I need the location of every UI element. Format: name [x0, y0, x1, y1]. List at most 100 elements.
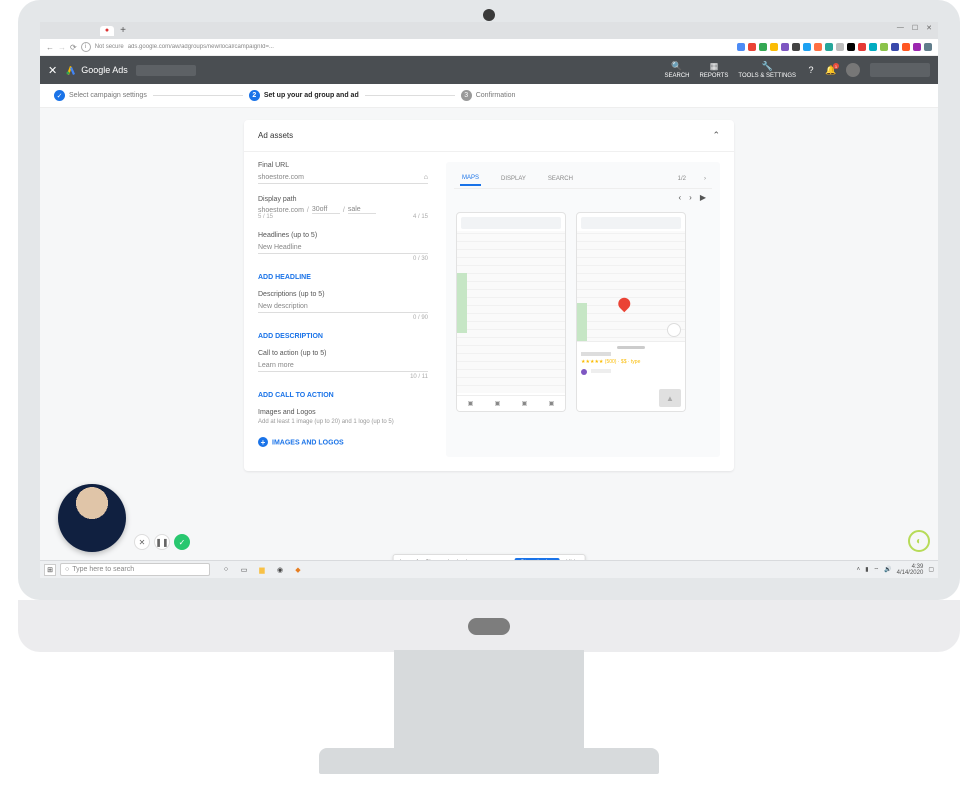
avatar[interactable]	[846, 63, 860, 77]
chevron-right-icon[interactable]: ›	[704, 176, 706, 182]
chrome-icon[interactable]: ◉	[274, 564, 286, 576]
cortana-icon[interactable]: ○	[220, 564, 232, 576]
ads-logo-icon	[65, 64, 77, 76]
description-input[interactable]: New description	[258, 301, 428, 313]
help-icon[interactable]: ?	[806, 65, 816, 75]
account-tail	[870, 63, 930, 77]
check-icon: ✓	[54, 90, 65, 101]
path-1-input[interactable]: 30off	[312, 206, 340, 214]
monitor-button	[468, 618, 510, 635]
app-icon[interactable]: ◆	[292, 564, 304, 576]
close-icon[interactable]: ✕	[48, 64, 57, 77]
form-column: Final URL shoestore.com ⌂ Display path s…	[258, 162, 428, 457]
finish-record-button[interactable]: ✓	[174, 534, 190, 550]
preview-tabs: MAPS DISPLAY SEARCH 1/2 ›	[454, 170, 712, 189]
path-2-input[interactable]: sale	[348, 206, 376, 214]
step-setup-ad-group[interactable]: 2Set up your ad group and ad	[249, 90, 359, 101]
browser-addressbar: ← → ⟳ i Not secure ads.google.com/aw/adg…	[40, 39, 938, 56]
tray-chevron-icon[interactable]: ˄	[857, 567, 861, 573]
window-close[interactable]: ✕	[926, 24, 932, 32]
tab-search[interactable]: SEARCH	[546, 173, 575, 185]
chevron-up-icon[interactable]: ⌃	[712, 130, 720, 141]
next-slide-button[interactable]: ›	[689, 193, 692, 202]
tab-display[interactable]: DISPLAY	[499, 173, 528, 185]
window-minimize[interactable]: —	[897, 24, 904, 32]
headline-input[interactable]: New Headline	[258, 242, 428, 254]
preview-phone-pin: ★★★★★ (500) · $$ · type ▲	[576, 212, 686, 412]
bell-icon[interactable]: 🔔1	[826, 65, 836, 75]
wifi-icon[interactable]: ⌔	[874, 566, 880, 574]
ad-preview-panel: MAPS DISPLAY SEARCH 1/2 › ‹ › ▶	[446, 162, 720, 457]
action-center-icon[interactable]: ▢	[928, 566, 934, 573]
page-body: Ad assets ⌃ Final URL shoestore.com ⌂	[40, 108, 938, 578]
url-field[interactable]: ads.google.com/aw/adgroups/new/local/cam…	[128, 44, 468, 50]
windows-taskbar: ⊞ ○ Type here to search ○ ▭ ▆ ◉ ◆ ˄ ▮ ⌔ …	[40, 560, 938, 578]
tab-maps[interactable]: MAPS	[460, 172, 481, 186]
recording-controls: ✕ ❚❚ ✓	[134, 534, 190, 550]
card-header[interactable]: Ad assets ⌃	[244, 120, 734, 152]
park-block	[577, 303, 587, 343]
display-path-field: Display path shoestore.com/ 30off/ sale …	[258, 196, 428, 220]
add-images-logos-button[interactable]: IMAGES AND LOGOS	[258, 437, 428, 447]
search-tool[interactable]: 🔍SEARCH	[665, 62, 690, 79]
window-maximize[interactable]: ☐	[912, 24, 918, 32]
start-button[interactable]: ⊞	[44, 564, 56, 576]
cancel-record-button[interactable]: ✕	[134, 534, 150, 550]
tools-settings-tool[interactable]: 🔧TOOLS & SETTINGS	[738, 62, 796, 79]
new-tab-button[interactable]: +	[118, 26, 128, 36]
locate-me-icon	[667, 323, 681, 337]
add-description-button[interactable]: ADD DESCRIPTION	[258, 333, 428, 340]
security-label: Not secure	[95, 44, 124, 50]
account-name-chip[interactable]	[136, 65, 196, 76]
play-icon[interactable]: ▶	[700, 193, 706, 202]
final-url-input[interactable]: shoestore.com ⌂	[258, 172, 428, 184]
task-view-icon[interactable]: ▭	[238, 564, 250, 576]
reload-icon[interactable]: ⟳	[70, 43, 77, 52]
prev-slide-button[interactable]: ‹	[679, 193, 682, 202]
pause-record-button[interactable]: ❚❚	[154, 534, 170, 550]
final-url-label: Final URL	[258, 162, 428, 169]
screen: ● + — ☐ ✕ ← → ⟳ i Not secure ads.google.…	[40, 22, 938, 578]
reports-tool[interactable]: ▦REPORTS	[700, 62, 729, 79]
taskbar-search[interactable]: ○ Type here to search	[60, 563, 210, 576]
search-icon: ○	[65, 566, 69, 573]
card-title: Ad assets	[258, 131, 293, 140]
images-logos-field: Images and Logos Add at least 1 image (u…	[258, 409, 428, 425]
clock-date[interactable]: 4/14/2020	[897, 570, 924, 576]
map-tile	[457, 231, 565, 393]
forward-icon[interactable]: →	[58, 43, 66, 52]
browser-tab[interactable]: ●	[100, 26, 114, 36]
star-rating: ★★★★★ (500) · $$ · type	[581, 359, 681, 365]
cta-input[interactable]: Learn more	[258, 360, 428, 372]
lock-icon: ⌂	[424, 174, 428, 181]
search-icon: 🔍	[672, 62, 682, 72]
back-icon[interactable]: ←	[46, 43, 54, 52]
camera-dot	[483, 9, 495, 21]
monitor-stand-foot	[319, 748, 659, 774]
headlines-field: Headlines (up to 5) New Headline 0 / 30	[258, 232, 428, 262]
monitor-chin	[18, 600, 960, 652]
google-ads-logo[interactable]: Google Ads	[65, 64, 128, 76]
product-name: Google Ads	[81, 65, 128, 75]
phone-searchbar	[461, 217, 561, 229]
monitor-stand-neck	[394, 650, 584, 760]
step-2-dot: 2	[249, 90, 260, 101]
battery-icon[interactable]: ▮	[865, 566, 868, 573]
place-card-overlay: ★★★★★ (500) · $$ · type ▲	[577, 341, 685, 411]
browser-tabstrip: ● + — ☐ ✕	[40, 22, 938, 39]
not-secure-icon[interactable]: i	[81, 42, 91, 52]
step-confirmation: 3Confirmation	[461, 90, 516, 101]
add-cta-button[interactable]: ADD CALL TO ACTION	[258, 392, 428, 399]
presenter-cam-bubble[interactable]	[58, 484, 126, 552]
file-explorer-icon[interactable]: ▆	[256, 564, 268, 576]
volume-icon[interactable]: 🔊	[884, 566, 891, 573]
reports-icon: ▦	[709, 62, 719, 72]
display-path-label: Display path	[258, 196, 428, 203]
loom-watermark-icon: ◐	[908, 530, 930, 552]
cta-field: Call to action (up to 5) Learn more 10 /…	[258, 350, 428, 380]
notification-badge: 1	[833, 63, 839, 69]
google-ads-header: ✕ Google Ads 🔍SEARCH ▦REPORTS 🔧TOOLS & S…	[40, 56, 938, 84]
add-headline-button[interactable]: ADD HEADLINE	[258, 274, 428, 281]
step-select-settings[interactable]: ✓Select campaign settings	[54, 90, 147, 101]
image-placeholder-icon: ▲	[659, 389, 681, 407]
